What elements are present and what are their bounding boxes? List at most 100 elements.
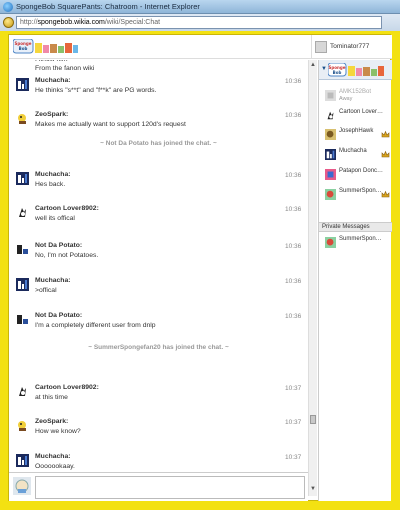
message-username[interactable]: Not Da Potato: [35, 312, 82, 319]
message-timestamp: 10:37 [285, 454, 302, 461]
sidebar-user-status: Away [339, 96, 353, 102]
sidebar-user-avatar[interactable] [325, 149, 336, 160]
address-bar: http://spongebob.wikia.com/wiki/Special:… [0, 14, 400, 31]
url-prefix: http:// [20, 19, 38, 26]
page-frame: Sponge Bob Tominator777 I know him From t… [0, 31, 400, 510]
sidebar-user-name: SummerSpon… [339, 188, 382, 194]
moderator-badge-icon [381, 150, 390, 158]
message-text: I'm a completely different user from dnl… [35, 322, 156, 329]
message-username[interactable]: Not Da Potato: [35, 242, 82, 249]
message-text: He thinks "s**t" and "f**k" are PG words… [35, 87, 157, 94]
sidebar-user-avatar[interactable] [325, 189, 336, 200]
current-user-name: Tominator777 [330, 43, 370, 50]
chat-header: Sponge Bob Tominator777 [9, 35, 392, 59]
message-text: at this time [35, 394, 68, 401]
message-timestamp: 10:37 [285, 419, 302, 426]
url-path: /wiki/Special:Chat [104, 19, 161, 26]
message-timestamp: 10:36 [285, 78, 302, 85]
chat-scrollbar[interactable]: ▲ ▼ [308, 60, 317, 496]
message-username[interactable]: ZeoSpark: [35, 111, 68, 118]
user-avatar[interactable] [16, 454, 29, 467]
sidebar-user-avatar[interactable] [325, 237, 336, 248]
message-username[interactable]: Muchacha: [35, 453, 71, 460]
message-timestamp: 10:37 [285, 385, 302, 392]
moderator-badge-icon [381, 190, 390, 198]
message-username[interactable]: Cartoon Lover8902: [35, 205, 99, 212]
sidebar-user[interactable]: SummerSpon… [319, 186, 392, 204]
message-username[interactable]: Muchacha: [35, 277, 71, 284]
sidebar-user[interactable]: AMK152Bot Away [319, 87, 392, 105]
window-title: SpongeBob SquarePants: Chatroom - Intern… [16, 2, 200, 11]
message-username[interactable]: Muchacha: [35, 171, 71, 178]
back-button[interactable] [3, 17, 14, 28]
message-timestamp: 10:36 [285, 313, 302, 320]
url-field[interactable]: http://spongebob.wikia.com/wiki/Special:… [16, 16, 382, 29]
sidebar-user-name: Patapon Donc… [339, 168, 384, 174]
user-avatar[interactable] [16, 172, 29, 185]
sidebar-user-avatar[interactable] [325, 129, 336, 140]
message-username[interactable]: Muchacha: [35, 77, 71, 84]
user-avatar[interactable] [16, 313, 29, 326]
scroll-down-arrow-icon[interactable]: ▼ [310, 486, 316, 492]
user-avatar[interactable] [16, 278, 29, 291]
current-user[interactable]: Tominator777 [315, 38, 369, 55]
svg-text:Bob: Bob [19, 46, 28, 51]
message-timestamp: 10:36 [285, 206, 302, 213]
sidebar-user-name: Muchacha [339, 148, 367, 154]
user-list-sidebar: ▼ Sponge Bob AMK152Bot Away Cartoon Lover…… [318, 60, 392, 501]
user-avatar[interactable] [16, 243, 29, 256]
user-avatar[interactable] [16, 112, 29, 125]
message-text: >offical [35, 287, 57, 294]
sidebar-user-name: SummerSpon… [339, 236, 382, 242]
message-username[interactable]: Cartoon Lover8902: [35, 384, 99, 391]
collapse-arrow-icon[interactable]: ▼ [321, 66, 327, 72]
url-host: spongebob.wikia.com [37, 19, 105, 26]
join-notice: ~ SummerSpongefan20 has joined the chat.… [88, 344, 229, 351]
message-text: No, I'm not Potatoes. [35, 252, 99, 259]
sidebar-user-name: AMK152Bot [339, 89, 372, 95]
chat-window: Sponge Bob Tominator777 I know him From t… [8, 34, 392, 501]
message-text: well its offical [35, 215, 75, 222]
message-input-area [9, 472, 308, 501]
sidebar-user[interactable]: SummerSpon… [319, 234, 392, 252]
user-avatar[interactable] [16, 419, 29, 432]
header-divider [311, 35, 312, 59]
message-text: From the fanon wiki [35, 65, 95, 72]
private-messages-header: Private Messages [319, 222, 392, 232]
sidebar-user-avatar[interactable] [325, 169, 336, 180]
window-titlebar: SpongeBob SquarePants: Chatroom - Intern… [0, 0, 400, 14]
internet-explorer-icon [3, 2, 13, 12]
current-user-avatar [315, 40, 327, 53]
message-username[interactable]: ZeoSpark: [35, 418, 68, 425]
sidebar-user-name: Cartoon Lover… [339, 109, 384, 115]
message-text: I know him [35, 60, 67, 63]
sidebar-user[interactable]: Cartoon Lover… [319, 107, 392, 125]
moderator-badge-icon [381, 130, 390, 138]
sidebar-user[interactable]: Muchacha [319, 146, 392, 164]
self-avatar [13, 477, 31, 495]
message-timestamp: 10:36 [285, 112, 302, 119]
message-timestamp: 10:36 [285, 172, 302, 179]
join-notice: ~ Not Da Potato has joined the chat. ~ [100, 140, 217, 147]
scroll-thumb[interactable] [310, 415, 316, 424]
message-text: Ooooookaay. [35, 463, 75, 470]
sidebar-user-avatar[interactable] [325, 110, 336, 121]
sidebar-wiki-header[interactable]: ▼ Sponge Bob [319, 60, 392, 80]
wiki-logo[interactable]: Sponge Bob [13, 39, 79, 55]
browser-window: SpongeBob SquarePants: Chatroom - Intern… [0, 0, 400, 510]
sidebar-user[interactable]: JosephHawk [319, 126, 392, 144]
message-text: Hes back. [35, 181, 66, 188]
sidebar-user[interactable]: Patapon Donc… [319, 166, 392, 184]
scroll-up-arrow-icon[interactable]: ▲ [310, 62, 316, 68]
message-timestamp: 10:36 [285, 243, 302, 250]
message-timestamp: 10:36 [285, 278, 302, 285]
user-avatar[interactable] [16, 78, 29, 91]
svg-text:Bob: Bob [333, 70, 342, 75]
sidebar-user-name: JosephHawk [339, 128, 374, 134]
message-text: Makes me actually want to support 120d's… [35, 121, 186, 128]
sidebar-user-avatar[interactable] [325, 90, 336, 101]
chat-messages: I know him From the fanon wiki Muchacha: 10… [9, 60, 308, 471]
user-avatar[interactable] [16, 385, 29, 398]
message-input[interactable] [35, 476, 305, 499]
user-avatar[interactable] [16, 206, 29, 219]
